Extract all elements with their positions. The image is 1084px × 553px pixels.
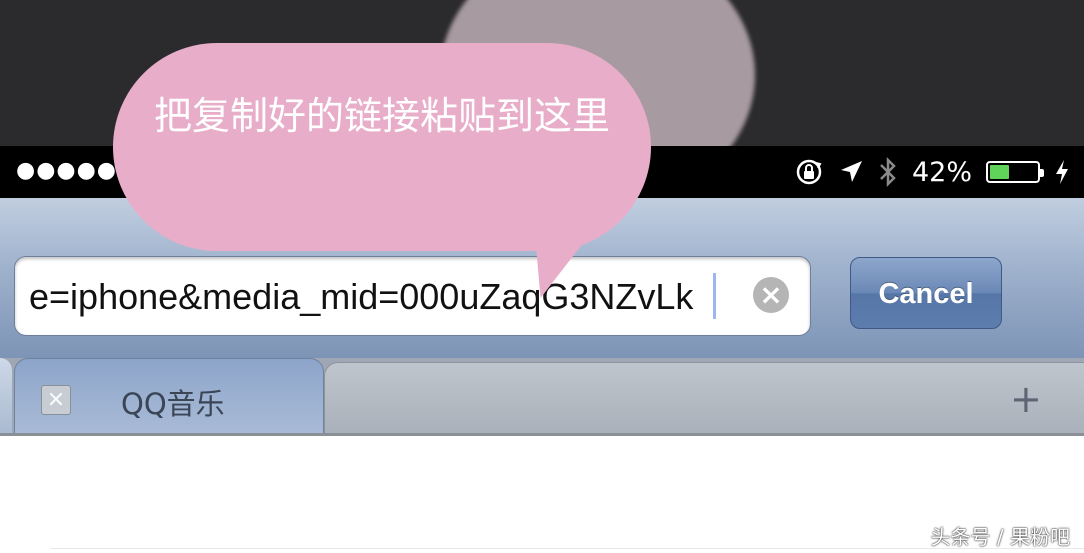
- tab-qq-music[interactable]: × QQ音乐: [14, 358, 324, 436]
- previous-tab-edge[interactable]: [0, 358, 12, 436]
- battery-percent: 42%: [911, 156, 972, 188]
- text-cursor: [713, 273, 716, 319]
- url-input-value[interactable]: e=iphone&media_mid=000uZaqG3NZvLk: [29, 273, 713, 321]
- cancel-button[interactable]: Cancel: [850, 257, 1002, 329]
- watermark: 头条号 / 果粉吧: [930, 525, 1070, 549]
- tab-bar-divider: [0, 433, 1084, 436]
- location-arrow-icon: [840, 161, 862, 182]
- url-input[interactable]: e=iphone&media_mid=000uZaqG3NZvLk ×: [14, 256, 811, 336]
- close-x-icon[interactable]: ×: [41, 385, 71, 415]
- tab-label: QQ音乐: [121, 387, 225, 421]
- new-tab-area[interactable]: [324, 362, 1084, 436]
- tab-bar: × QQ音乐 +: [0, 358, 1084, 436]
- bluetooth-icon: [880, 156, 896, 188]
- charging-bolt-icon: [1056, 160, 1068, 184]
- callout-text: 把复制好的链接粘贴到这里: [153, 94, 610, 138]
- battery-cap: [1040, 169, 1044, 177]
- clear-x-icon[interactable]: ×: [753, 277, 789, 313]
- plus-icon[interactable]: +: [1010, 380, 1042, 418]
- content-divider: [50, 548, 1084, 549]
- rotation-lock-icon: [796, 159, 822, 185]
- instruction-callout: 把复制好的链接粘贴到这里: [113, 43, 651, 251]
- status-indicators: 42%: [794, 154, 1070, 190]
- signal-strength-icon: ●●●●●: [16, 158, 117, 183]
- battery-level-fill: [990, 165, 1009, 179]
- battery-icon: [986, 161, 1044, 183]
